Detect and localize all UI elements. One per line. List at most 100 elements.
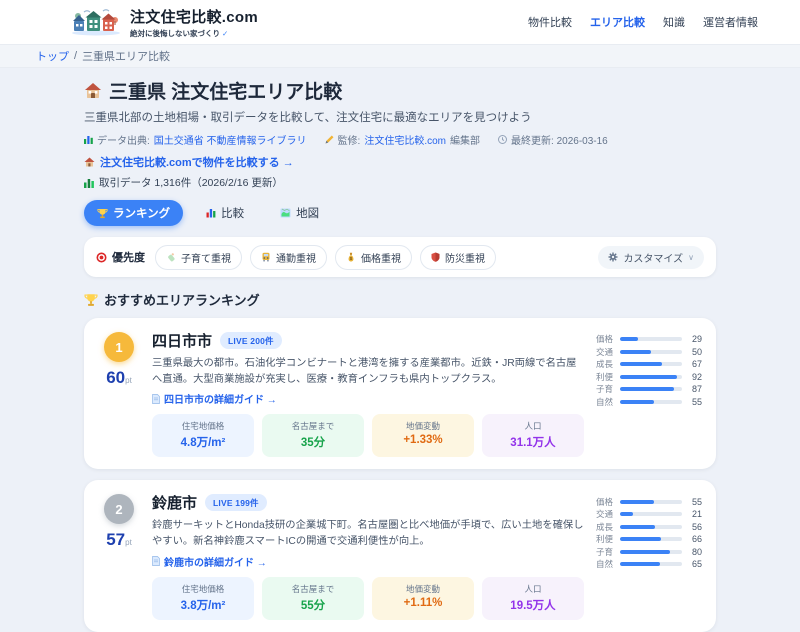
ranking-heading: おすすめエリアランキング	[84, 290, 716, 309]
train-icon	[261, 252, 271, 262]
score-bar-fill	[620, 499, 655, 504]
stat-to-nagoya: 名古屋まで 35分	[262, 414, 364, 458]
supervisor-link[interactable]: 注文住宅比較.com	[364, 132, 446, 147]
score-row-transit: 交通 21	[596, 509, 702, 520]
shield-icon	[431, 252, 440, 262]
page-subtitle: 三重県北部の土地相場・取引データを比較して、注文住宅に最適なエリアを見つけよう	[84, 112, 532, 124]
score-row-price: 価格 29	[596, 334, 702, 345]
stat-land-price: 住宅地価格 4.8万/m²	[152, 414, 254, 458]
score-bar-fill	[620, 349, 651, 354]
detail-guide-link[interactable]: 四日市市の詳細ガイド →	[152, 391, 584, 406]
score-bars: 価格 29 交通 50 成長 67 利便 92 子育 87 自然 55	[596, 330, 702, 457]
priority-label: 優先度	[96, 249, 145, 265]
score-bar-fill	[620, 537, 661, 542]
score-bar-fill	[620, 512, 634, 517]
rank-badge: 2	[104, 494, 134, 525]
score-row-childcare: 子育 87	[596, 384, 702, 395]
supervisor-meta: 監修: 注文住宅比較.com 編集部	[325, 132, 480, 147]
header: 注文住宅比較.com 絶対に後悔しない家づくり ✓ 物件比較 エリア比較 知識 運…	[0, 0, 800, 44]
score-row-transit: 交通 50	[596, 346, 702, 357]
live-badge: LIVE 200件	[220, 332, 282, 349]
score-row-growth: 成長 67	[596, 359, 702, 370]
filter-chip-price[interactable]: $ 価格重視	[335, 244, 412, 270]
score-bar-track	[620, 512, 682, 517]
score-points: 60pt	[106, 368, 132, 387]
stat-population: 人口 19.5万人	[482, 576, 584, 620]
score-bar-fill	[620, 374, 678, 379]
main-nav: 物件比較 エリア比較 知識 運営者情報	[528, 14, 758, 30]
filter-chip-commute[interactable]: 通勤重視	[250, 244, 327, 270]
rank-column: 2 57pt	[98, 492, 140, 619]
score-bar-track	[620, 562, 682, 567]
card-main: 四日市市 LIVE 200件 三重県最大の都市。石油化学コンビナートと港湾を擁す…	[152, 330, 584, 458]
score-row-convenience: 利便 66	[596, 534, 702, 545]
detail-guide-link[interactable]: 鈴鹿市の詳細ガイド →	[152, 554, 584, 569]
document-icon	[152, 393, 160, 404]
score-bar-fill	[620, 387, 674, 392]
score-bar-track	[620, 362, 682, 367]
score-bar-track	[620, 374, 682, 379]
bar-chart-icon	[206, 208, 216, 218]
tab-compare[interactable]: 比較	[193, 200, 257, 226]
stat-price-change: 地価変動 +1.33%	[372, 414, 474, 458]
score-bar-track	[620, 399, 682, 404]
tab-map[interactable]: 地図	[267, 200, 332, 226]
score-bars: 価格 55 交通 21 成長 56 利便 66 子育 80 自然 65	[596, 492, 702, 619]
meta-row: データ出典: 国土交通省 不動産情報ライブラリ 監修: 注文住宅比較.com 編…	[84, 132, 716, 147]
score-bar-fill	[620, 337, 638, 342]
breadcrumb-separator: /	[74, 50, 78, 62]
score-bar-fill	[620, 562, 661, 567]
filter-chip-disaster[interactable]: 防災重視	[420, 244, 496, 270]
ranking-card-yokkaichi[interactable]: 1 60pt 四日市市 LIVE 200件 三重県最大の都市。石油化学コンビナー…	[84, 318, 716, 470]
site-logo[interactable]: 注文住宅比較.com 絶対に後悔しない家づくり ✓	[70, 6, 258, 39]
data-source-meta: データ出典: 国土交通省 不動産情報ライブラリ	[84, 132, 307, 147]
transaction-data-count: 取引データ 1,316件（2026/2/16 更新）	[84, 175, 716, 190]
score-bar-fill	[620, 362, 662, 367]
score-bar-track	[620, 549, 682, 554]
map-icon	[280, 208, 291, 218]
compare-properties-link[interactable]: 注文住宅比較.comで物件を比較する →	[84, 154, 716, 170]
rank-column: 1 60pt	[98, 330, 140, 457]
money-bag-icon: $	[346, 252, 356, 262]
nav-item-property-compare[interactable]: 物件比較	[528, 14, 572, 30]
score-row-price: 価格 55	[596, 496, 702, 507]
pencil-icon	[325, 135, 334, 144]
target-icon	[96, 252, 107, 263]
stats-row: 住宅地価格 4.8万/m² 名古屋まで 35分 地価変動 +1.33% 人口 3…	[152, 414, 584, 458]
score-row-nature: 自然 65	[596, 559, 702, 570]
clock-icon	[498, 135, 508, 144]
nav-item-operator-info[interactable]: 運営者情報	[703, 14, 758, 30]
score-bar-fill	[620, 399, 655, 404]
score-bar-track	[620, 337, 682, 342]
gear-icon	[608, 252, 618, 262]
ranking-card-suzuka[interactable]: 2 57pt 鈴鹿市 LIVE 199件 鈴鹿サーキットとHonda技研の企業城…	[84, 480, 716, 632]
bar-chart-icon	[84, 178, 94, 188]
page-title: 三重県 注文住宅エリア比較	[84, 77, 716, 104]
bar-chart-icon	[84, 135, 93, 144]
last-updated-meta: 最終更新: 2026-03-16	[498, 132, 608, 147]
document-icon	[152, 556, 160, 566]
city-name: 鈴鹿市	[152, 495, 198, 513]
score-row-growth: 成長 56	[596, 521, 702, 532]
site-tagline: 絶対に後悔しない家づくり ✓	[130, 28, 229, 38]
trophy-icon	[84, 293, 98, 307]
check-icon: ✓	[222, 28, 229, 38]
score-bar-track	[620, 524, 682, 529]
main-content: 三重県 注文住宅エリア比較 三重県北部の土地相場・取引データを比較して、注文住宅…	[84, 68, 716, 632]
site-title: 注文住宅比較.com	[130, 8, 259, 26]
card-main: 鈴鹿市 LIVE 199件 鈴鹿サーキットとHonda技研の企業城下町。名古屋圏…	[152, 492, 584, 620]
tab-ranking[interactable]: ランキング	[84, 200, 184, 226]
city-name: 四日市市	[152, 333, 213, 350]
stat-price-change: 地価変動 +1.11%	[372, 576, 474, 620]
stat-land-price: 住宅地価格 3.8万/m²	[152, 576, 254, 620]
data-source-link[interactable]: 国土交通省 不動産情報ライブラリ	[154, 132, 307, 147]
view-tabs: ランキング 比較 地図	[84, 200, 716, 226]
nav-item-knowledge[interactable]: 知識	[663, 14, 685, 30]
nav-item-area-compare[interactable]: エリア比較	[590, 14, 645, 30]
filter-chip-childcare[interactable]: 子育て重視	[155, 244, 242, 270]
customize-button[interactable]: カスタマイズ ∨	[598, 245, 704, 269]
score-bar-fill	[620, 524, 655, 529]
breadcrumb-home-link[interactable]: トップ	[36, 48, 69, 64]
breadcrumb-current: 三重県エリア比較	[82, 51, 171, 63]
score-bar-track	[620, 349, 682, 354]
